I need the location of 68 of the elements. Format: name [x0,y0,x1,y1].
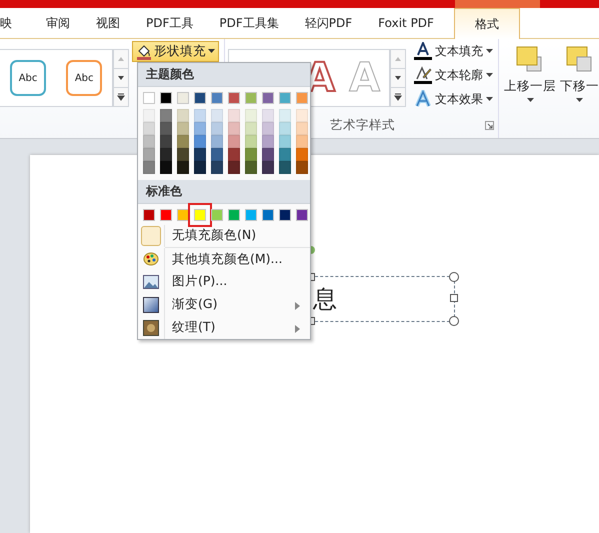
text-box-text: 息 [313,284,337,315]
ribbon-tab[interactable]: Foxit PDF [368,8,444,38]
color-swatch[interactable] [211,92,223,104]
color-swatch[interactable] [262,209,274,221]
color-swatch[interactable] [143,209,155,221]
group-label: 艺术字样式 [330,117,396,134]
color-swatch[interactable] [228,209,240,221]
caret-icon [486,96,494,102]
color-swatch[interactable] [160,209,172,221]
color-swatch[interactable] [160,92,172,104]
resize-handle[interactable] [450,294,458,302]
shape-style-thumbnail[interactable]: Abc [66,60,102,96]
pen-letter-icon [414,66,432,84]
expand-gallery-icon[interactable] [113,87,130,107]
glowing-letter-icon [414,90,432,108]
shape-style-thumbnail[interactable]: Abc [10,60,46,96]
menu-item[interactable]: 其他填充颜色(M)... [138,248,310,271]
color-swatch[interactable] [279,92,291,104]
paint-bucket-icon [136,44,152,60]
color-swatch[interactable] [296,92,308,104]
color-swatch[interactable] [143,92,155,104]
menu-heading: 主题颜色 [138,63,310,87]
caret-icon [486,72,494,78]
ribbon-tab[interactable]: 格式 [454,8,520,39]
ribbon-tab[interactable]: PDF工具集 [209,8,289,38]
resize-handle[interactable] [449,316,459,326]
menu-item[interactable]: 纹理(T) [138,316,310,339]
submenu-arrow-icon [295,302,300,310]
scroll-down-icon[interactable] [113,68,130,88]
scroll-down-icon[interactable] [390,68,406,88]
texture-icon [143,320,159,336]
arrange-button[interactable]: 上移一层 [504,45,556,138]
palette-icon [143,251,159,268]
color-swatch[interactable] [279,209,291,221]
caret-icon [208,49,216,54]
caret-icon [576,98,583,103]
color-swatch[interactable] [296,209,308,221]
expand-gallery-icon[interactable] [390,87,406,107]
ribbon-tab[interactable]: 映 [0,8,22,38]
ribbon-tab[interactable]: PDF工具 [136,8,204,38]
ribbon-tab[interactable]: 轻闪PDF [294,8,362,38]
dialog-launcher-icon[interactable] [485,121,494,130]
shape-fill-button[interactable]: 形状填充 [132,41,220,62]
color-swatch[interactable] [245,209,257,221]
text-format-button[interactable]: 文本填充 [414,41,494,61]
gradient-square-icon [143,296,159,313]
menu-item[interactable]: 图片(P)... [138,270,310,294]
caret-icon [486,48,494,54]
resize-handle[interactable] [449,272,459,282]
ribbon-tab[interactable]: 审阅 [36,8,80,38]
color-swatch[interactable] [177,209,189,221]
color-swatch[interactable] [177,92,189,104]
color-swatch[interactable] [211,209,223,221]
menu-item[interactable]: 渐变(G) [138,293,310,316]
color-swatch[interactable] [262,92,274,104]
color-swatch[interactable] [194,92,206,104]
color-swatch[interactable] [228,92,240,104]
caret-icon [526,98,534,103]
submenu-arrow-icon [295,325,300,334]
picture-icon [143,274,159,290]
text-format-button[interactable]: 文本效果 [414,89,494,109]
arrange-button[interactable]: 下移一 [560,45,599,138]
ribbon-tab[interactable]: 视图 [86,8,130,38]
color-swatch[interactable] [245,92,257,104]
empty-swatch-icon [141,226,161,246]
letter-a-icon [414,42,432,60]
menu-heading: 标准色 [138,180,310,204]
text-format-button[interactable]: 文本轮廓 [414,65,494,85]
